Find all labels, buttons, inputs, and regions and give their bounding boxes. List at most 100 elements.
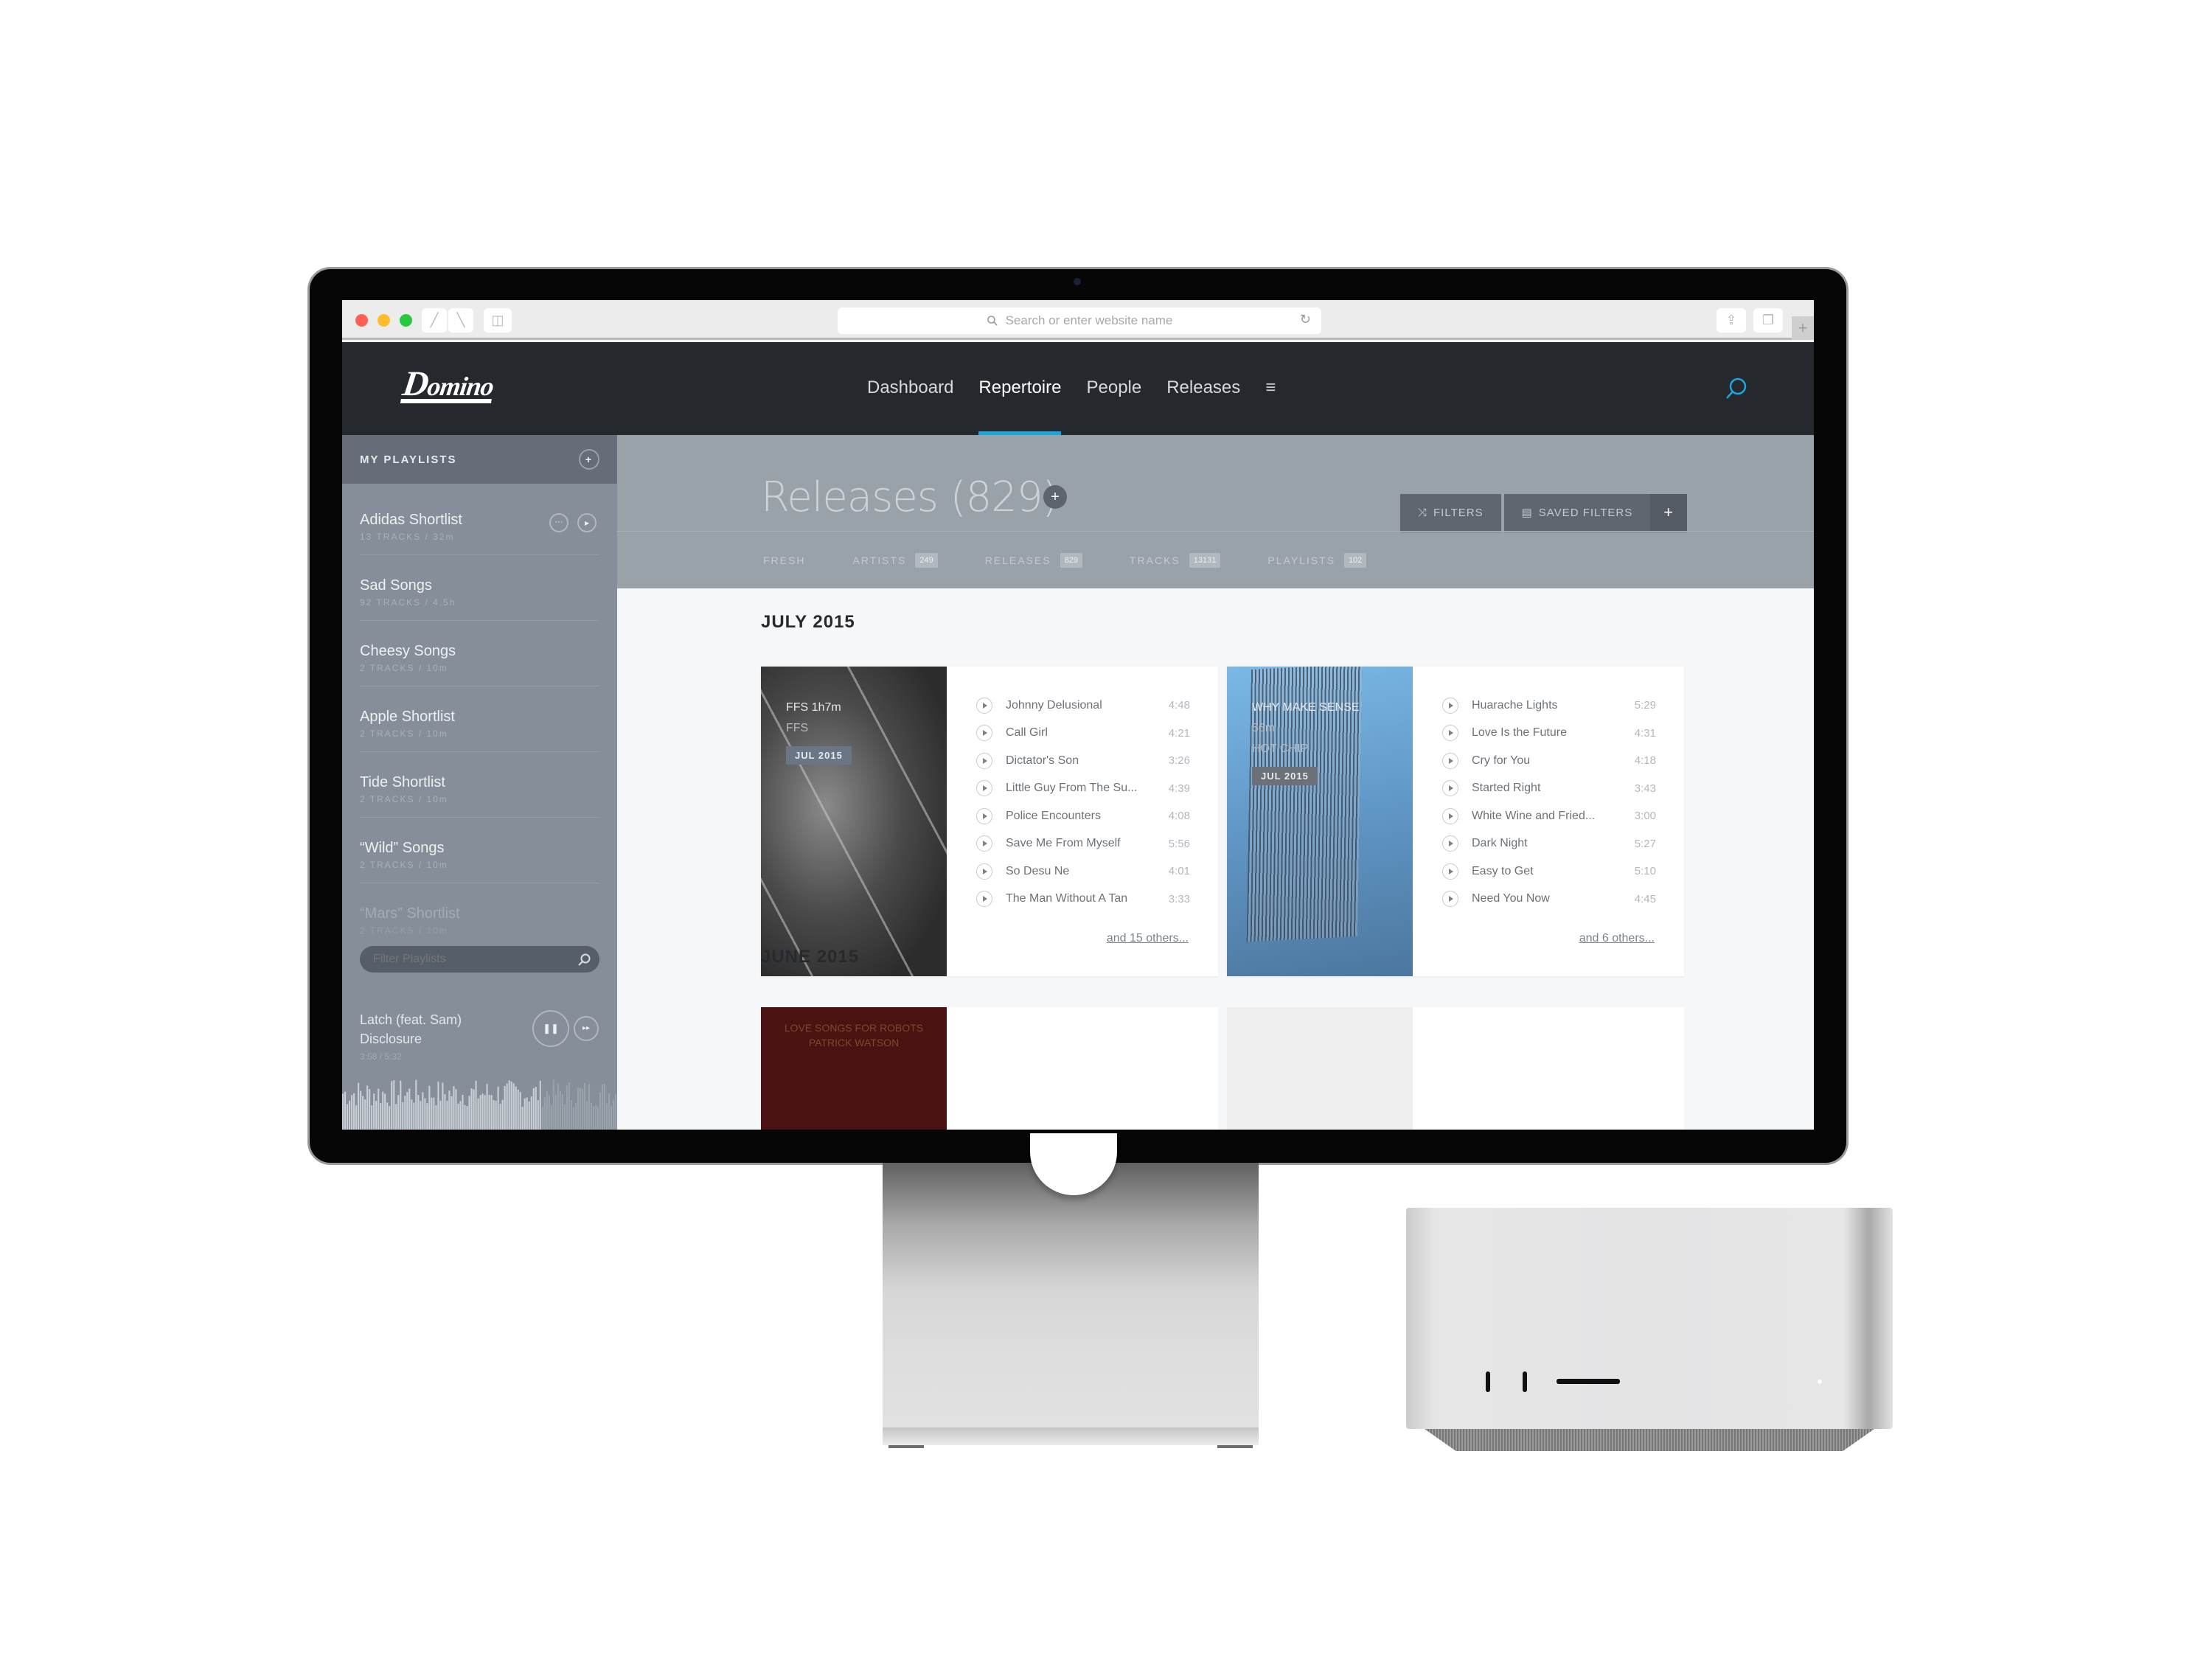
forward-button[interactable]: ╲ bbox=[448, 308, 473, 333]
add-release-button[interactable]: + bbox=[1043, 485, 1067, 509]
track-row[interactable]: Johnny Delusional 4:48 bbox=[976, 692, 1190, 720]
track-row[interactable]: Easy to Get 5:10 bbox=[1442, 858, 1656, 886]
track-name: Cry for You bbox=[1472, 754, 1531, 767]
play-icon[interactable] bbox=[1442, 725, 1458, 742]
back-button[interactable]: ╱ bbox=[422, 308, 447, 333]
saved-filters-button[interactable]: ▤ SAVED FILTERS bbox=[1503, 494, 1651, 531]
tabs-overview-button[interactable]: ❐ bbox=[1753, 308, 1783, 333]
add-playlist-button[interactable]: + bbox=[579, 449, 599, 470]
track-row[interactable]: So Desu Ne 4:01 bbox=[976, 858, 1190, 886]
track-row[interactable]: Save Me From Myself 5:56 bbox=[976, 830, 1190, 858]
track-row[interactable]: Little Guy From The Su... 4:39 bbox=[976, 775, 1190, 803]
playlist-item[interactable]: “Mars” Shortlist 2 TRACKS / 10m bbox=[360, 883, 599, 949]
play-icon[interactable] bbox=[976, 752, 992, 769]
now-playing-artist: Disclosure bbox=[360, 1032, 422, 1046]
track-row[interactable]: The Man Without A Tan 3:33 bbox=[976, 886, 1190, 914]
track-name: Call Girl bbox=[1006, 726, 1048, 740]
usb-c-port bbox=[1486, 1371, 1490, 1392]
close-window-button[interactable] bbox=[355, 314, 368, 327]
play-icon[interactable] bbox=[976, 780, 992, 797]
playlist-item[interactable]: Sad Songs 92 TRACKS / 4.5h bbox=[360, 555, 599, 621]
waveform-scrubber[interactable] bbox=[342, 1078, 617, 1130]
track-row[interactable]: Huarache Lights 5:29 bbox=[1442, 692, 1656, 720]
track-row[interactable]: Love Is the Future 4:31 bbox=[1442, 720, 1656, 748]
album-cover[interactable]: FFS 1h7m FFS JUL 2015 bbox=[761, 667, 947, 976]
track-row[interactable]: Need You Now 4:45 bbox=[1442, 886, 1656, 914]
play-icon[interactable] bbox=[1442, 863, 1458, 880]
tab-fresh[interactable]: FRESH bbox=[763, 554, 805, 566]
waveform-bar bbox=[495, 1101, 497, 1130]
filters-button[interactable]: ⤨ FILTERS bbox=[1400, 494, 1501, 531]
track-row[interactable]: Police Encounters 4:08 bbox=[976, 802, 1190, 830]
filter-buttons: ⤨ FILTERS ▤ SAVED FILTERS + bbox=[1400, 494, 1688, 531]
waveform-bar bbox=[417, 1095, 420, 1130]
play-icon[interactable] bbox=[976, 835, 992, 852]
play-icon[interactable] bbox=[1442, 780, 1458, 797]
pause-button[interactable]: ❚❚ bbox=[532, 1010, 569, 1047]
next-track-button[interactable]: ▸▸ bbox=[574, 1016, 599, 1041]
sidebar-toggle-button[interactable]: ◫ bbox=[484, 308, 512, 333]
track-row[interactable]: Cry for You 4:18 bbox=[1442, 747, 1656, 775]
waveform-bar bbox=[455, 1089, 457, 1130]
playlist-item[interactable]: Tide Shortlist 2 TRACKS / 10m bbox=[360, 752, 599, 818]
track-duration: 4:31 bbox=[1634, 726, 1656, 740]
track-row[interactable]: White Wine and Fried... 3:00 bbox=[1442, 802, 1656, 830]
release-date-chip: JUL 2015 bbox=[786, 746, 852, 765]
search-icon[interactable] bbox=[1724, 376, 1749, 401]
track-name: So Desu Ne bbox=[1006, 864, 1070, 877]
filter-playlists-input[interactable] bbox=[360, 946, 599, 973]
tab-artists[interactable]: ARTISTS 249 bbox=[852, 552, 938, 568]
track-duration: 5:27 bbox=[1634, 837, 1656, 850]
playlist-play-button[interactable]: ▸ bbox=[577, 513, 597, 532]
play-icon[interactable] bbox=[1442, 697, 1458, 714]
play-icon[interactable] bbox=[1442, 835, 1458, 852]
play-icon[interactable] bbox=[1442, 807, 1458, 824]
playlist-meta: 2 TRACKS / 10m bbox=[360, 925, 448, 936]
play-icon[interactable] bbox=[976, 863, 992, 880]
track-row[interactable]: Started Right 3:43 bbox=[1442, 775, 1656, 803]
domino-logo[interactable]: Domino bbox=[400, 364, 495, 403]
track-row[interactable]: Call Girl 4:21 bbox=[976, 720, 1190, 748]
nav-repertoire[interactable]: Repertoire bbox=[978, 378, 1062, 435]
waveform-bar bbox=[537, 1099, 539, 1130]
fullscreen-window-button[interactable] bbox=[400, 314, 412, 327]
nav-dashboard[interactable]: Dashboard bbox=[867, 378, 953, 398]
minimize-window-button[interactable] bbox=[378, 314, 390, 327]
playlist-item[interactable]: Adidas Shortlist 13 TRACKS / 32m ··· ▸ bbox=[360, 490, 599, 555]
new-tab-button[interactable]: + bbox=[1792, 316, 1814, 340]
tab-releases[interactable]: RELEASES 829 bbox=[985, 552, 1082, 568]
waveform-bar bbox=[431, 1097, 433, 1130]
play-icon[interactable] bbox=[976, 807, 992, 824]
track-row[interactable]: Dark Night 5:27 bbox=[1442, 830, 1656, 858]
tab-tracks[interactable]: TRACKS 13131 bbox=[1130, 552, 1221, 568]
playlist-item[interactable]: Apple Shortlist 2 TRACKS / 10m bbox=[360, 686, 599, 752]
play-icon[interactable] bbox=[1442, 891, 1458, 908]
nav-releases[interactable]: Releases bbox=[1166, 378, 1240, 398]
album-cover[interactable]: LOVE SONGS FOR ROBOTS PATRICK WATSON bbox=[761, 1007, 947, 1130]
playlist-item[interactable]: Cheesy Songs 2 TRACKS / 10m bbox=[360, 621, 599, 686]
waveform-bar bbox=[501, 1099, 504, 1130]
waveform-bar bbox=[563, 1104, 566, 1130]
playlist-more-button[interactable]: ··· bbox=[549, 513, 568, 532]
playlist-item[interactable]: “Wild” Songs 2 TRACKS / 10m bbox=[360, 818, 599, 883]
waveform-bar bbox=[612, 1099, 615, 1130]
album-cover[interactable] bbox=[1227, 1007, 1413, 1130]
play-icon[interactable] bbox=[976, 725, 992, 742]
play-icon[interactable] bbox=[1442, 752, 1458, 769]
reload-icon[interactable]: ↻ bbox=[1300, 312, 1311, 327]
waveform-bar bbox=[439, 1100, 442, 1130]
hamburger-menu-icon[interactable]: ≡ bbox=[1265, 378, 1276, 398]
play-icon[interactable] bbox=[976, 697, 992, 714]
track-row[interactable]: Dictator's Son 3:26 bbox=[976, 747, 1190, 775]
share-button[interactable]: ⇪ bbox=[1717, 308, 1746, 333]
search-icon[interactable] bbox=[577, 953, 591, 967]
more-tracks-link[interactable]: and 15 others... bbox=[1107, 932, 1189, 945]
play-icon[interactable] bbox=[976, 891, 992, 908]
waveform-bar bbox=[422, 1092, 424, 1130]
album-cover[interactable]: WHY MAKE SENSE 56m HOT CHIP JUL 2015 bbox=[1227, 667, 1413, 976]
tab-playlists[interactable]: PLAYLISTS 102 bbox=[1267, 552, 1367, 568]
nav-people[interactable]: People bbox=[1086, 378, 1141, 398]
more-tracks-link[interactable]: and 6 others... bbox=[1579, 932, 1655, 945]
address-bar[interactable]: Search or enter website name ↻ bbox=[838, 307, 1321, 334]
add-filter-button[interactable]: + bbox=[1650, 494, 1688, 531]
